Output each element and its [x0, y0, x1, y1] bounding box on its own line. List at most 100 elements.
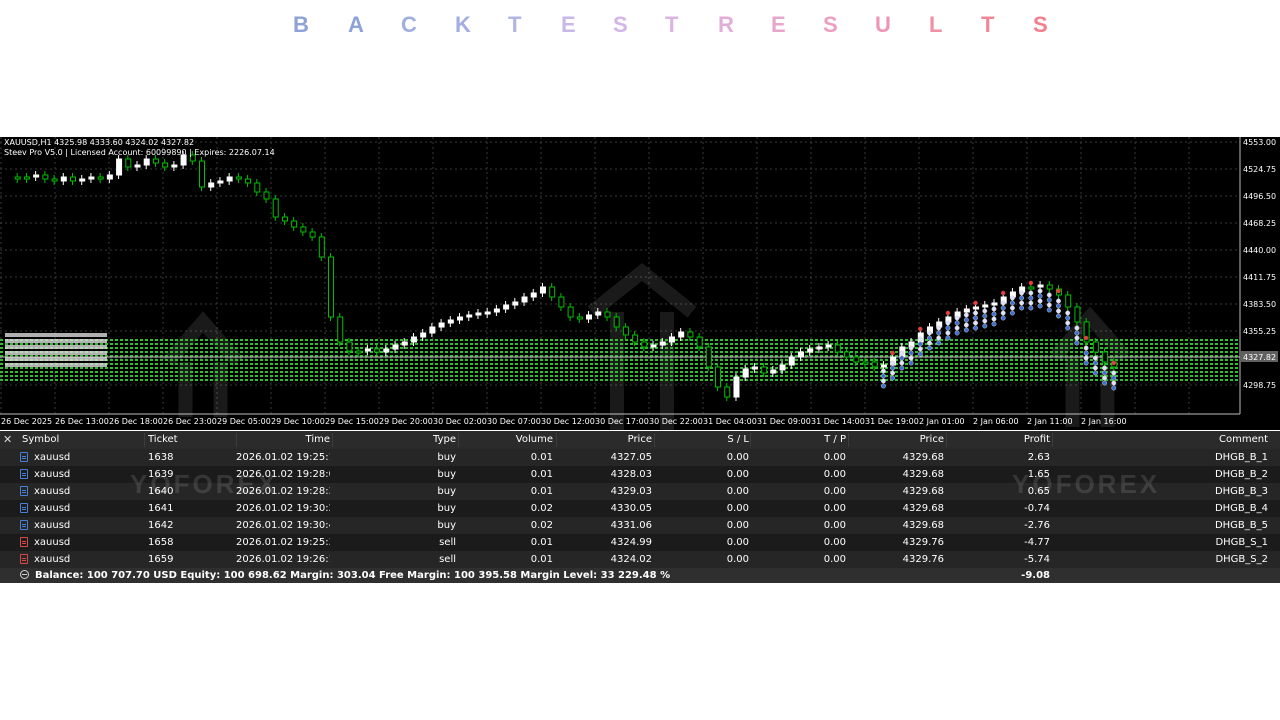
time-axis-label: 2 Jan 06:00 — [973, 417, 1019, 426]
trade-arrow-marker — [973, 325, 979, 331]
cell-sl: 0.00 — [726, 452, 749, 463]
buy-order-icon — [20, 452, 28, 462]
candle-body — [1037, 284, 1044, 288]
column-header-volume[interactable]: Volume — [456, 431, 553, 448]
trade-arrow-marker — [1083, 345, 1089, 351]
candle-body — [982, 304, 989, 308]
candle-body — [613, 316, 620, 328]
cell-price: 4330.05 — [610, 503, 652, 514]
column-header-profit[interactable]: Profit — [946, 431, 1050, 448]
trade-arrow-marker — [1056, 303, 1061, 309]
trade-arrow-marker — [927, 340, 932, 346]
column-header-cur[interactable]: Price — [848, 431, 944, 448]
trade-arrow-marker — [954, 320, 960, 326]
column-header-time[interactable]: Time — [236, 431, 330, 448]
candle-body — [834, 344, 841, 353]
trade-arrow-marker — [945, 330, 951, 336]
trade-arrow-marker — [982, 308, 988, 314]
candle-body — [1046, 284, 1053, 290]
candle-body — [668, 336, 675, 343]
cell-symbol: xauusd — [34, 520, 71, 531]
candle-body — [291, 220, 298, 228]
table-row[interactable]: xauusd 1641 2026.01.02 19:30:28 buy 0.02 4330… — [0, 500, 1280, 517]
time-axis-label: 29 Dec 15:00 — [325, 417, 379, 426]
cell-price: 4324.99 — [610, 537, 652, 548]
title-letter: C — [401, 12, 417, 37]
total-profit: -9.08 — [1021, 570, 1050, 581]
table-row[interactable]: xauusd 1658 2026.01.02 19:25:38 sell 0.01 432… — [0, 534, 1280, 551]
column-header-comment[interactable]: Comment — [1052, 431, 1268, 448]
close-icon[interactable]: ✕ — [3, 433, 12, 446]
buy-order-icon — [20, 469, 28, 479]
candle-body — [420, 332, 427, 338]
table-row[interactable]: xauusd 1659 2026.01.02 19:26:17 sell 0.01 432… — [0, 551, 1280, 568]
time-axis-label: 29 Dec 20:00 — [379, 417, 433, 426]
candle-body — [595, 311, 602, 316]
candle-body — [263, 191, 270, 200]
column-header-symbol[interactable]: Symbol — [22, 431, 142, 448]
column-header-price[interactable]: Price — [556, 431, 652, 448]
sell-marker — [1083, 335, 1089, 341]
trade-arrow-marker — [1046, 297, 1052, 303]
candle-body — [475, 312, 482, 316]
candle-body — [1028, 286, 1035, 290]
balance-row: Balance: 100 707.70 USD Equity: 100 698.… — [0, 568, 1280, 583]
candle-body — [226, 176, 233, 182]
column-header-type[interactable]: Type — [360, 431, 456, 448]
table-row[interactable]: xauusd 1642 2026.01.02 19:30:40 buy 0.02 4331… — [0, 517, 1280, 534]
column-separator[interactable] — [332, 433, 333, 447]
column-separator[interactable] — [144, 433, 145, 447]
column-separator[interactable] — [750, 433, 751, 447]
candle-body — [199, 160, 206, 188]
trade-arrow-marker — [880, 368, 886, 374]
candle-body — [512, 301, 519, 306]
price-axis-label: 4383.50 — [1243, 300, 1276, 309]
trade-arrow-marker — [1092, 365, 1098, 371]
trade-arrow-marker — [954, 315, 960, 321]
title-letter: T — [665, 12, 679, 37]
candle-body — [807, 348, 814, 353]
candle-body — [530, 292, 537, 298]
sell-order-icon — [20, 537, 28, 547]
candle-body — [779, 364, 786, 371]
cell-volume: 0.01 — [530, 469, 553, 480]
title-letter: U — [875, 12, 891, 37]
trade-arrow-marker — [899, 360, 905, 366]
trade-arrow-marker — [899, 365, 905, 371]
sell-marker — [973, 300, 978, 306]
trade-arrow-marker — [927, 345, 932, 351]
trade-arrow-marker — [963, 322, 969, 328]
column-header-sl[interactable]: S / L — [655, 431, 749, 448]
candle-body — [549, 286, 556, 298]
trade-arrow-marker — [1037, 303, 1043, 309]
column-header-tp[interactable]: T / P — [752, 431, 846, 448]
candle-body — [503, 304, 510, 310]
cell-symbol: xauusd — [34, 537, 71, 548]
time-axis-label: 26 Dec 13:00 — [55, 417, 109, 426]
cell-cur: 4329.76 — [902, 554, 944, 565]
candle-body — [696, 336, 703, 348]
column-header-ticket[interactable]: Ticket — [148, 431, 238, 448]
trade-arrow-marker — [945, 320, 951, 326]
cell-type: buy — [437, 452, 456, 463]
candle-body — [1102, 351, 1109, 363]
candle-body — [797, 351, 804, 358]
cell-tp: 0.00 — [823, 486, 846, 497]
cell-cur: 4329.68 — [902, 469, 944, 480]
trade-arrow-marker — [899, 350, 905, 356]
table-row[interactable]: xauusd 1638 2026.01.02 19:25:13 buy 0.01 4327… — [0, 449, 1280, 466]
trade-arrow-marker — [890, 365, 896, 371]
title-letter: K — [455, 12, 471, 37]
candle-body — [973, 306, 980, 310]
title-letter: B — [293, 12, 309, 37]
candle-body — [715, 366, 722, 388]
sell-marker — [1111, 360, 1116, 366]
trade-arrow-marker — [1065, 325, 1071, 331]
trade-arrow-marker — [1000, 300, 1006, 306]
cell-type: buy — [437, 520, 456, 531]
time-axis-label: 30 Dec 22:00 — [649, 417, 703, 426]
time-axis-label: 30 Dec 17:00 — [595, 417, 649, 426]
price-chart[interactable]: 4553.00 4524.75 4496.50 4468.25 4440.00 4411.… — [0, 137, 1280, 430]
cell-type: sell — [439, 537, 456, 548]
title-letter: T — [508, 12, 522, 37]
